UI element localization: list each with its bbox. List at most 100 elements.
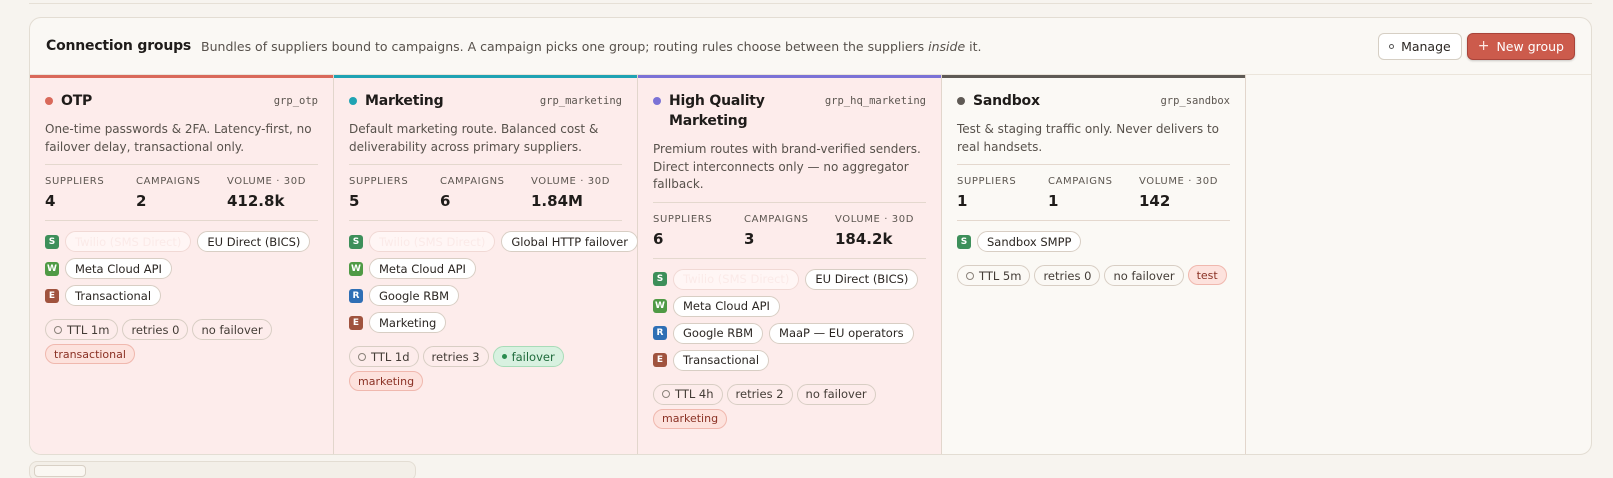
group-stats: SUPPLIERS 6 CAMPAIGNS 3 VOLUME · 30D 184.2k <box>653 203 926 259</box>
group-title-wrap: Sandbox <box>957 91 1040 111</box>
channel-badge-icon: E <box>349 315 363 330</box>
supplier-chip[interactable]: Sandbox SMPP <box>977 231 1082 252</box>
stat-value: 2 <box>136 192 147 210</box>
supplier-chip[interactable]: MaaP — EU operators <box>769 322 914 344</box>
group-color-bar <box>30 75 333 78</box>
ttl-value: TTL 1d <box>371 349 410 364</box>
failover-chip: failover <box>492 346 564 367</box>
supplier-chip[interactable]: Twilio (SMS Direct) <box>369 231 496 252</box>
group-id: grp_otp <box>273 95 318 107</box>
stat-campaigns: CAMPAIGNS 1 <box>1048 176 1139 210</box>
traffic-tag: marketing <box>349 371 424 391</box>
panel-title: Connection groups <box>46 38 192 54</box>
group-color-bar <box>942 75 1245 78</box>
stat-value: 5 <box>349 192 360 210</box>
failover-chip: no failover <box>1104 265 1184 286</box>
stat-suppliers: SUPPLIERS 5 <box>349 176 440 210</box>
channel-badge-icon: W <box>349 261 363 276</box>
retries-chip: retries 0 <box>1034 265 1101 286</box>
channel-badge-icon: R <box>349 288 363 303</box>
ttl-chip: TTL 1d <box>349 346 419 367</box>
channel-badge-icon: E <box>45 288 59 303</box>
ttl-value: TTL 4h <box>675 387 714 401</box>
channel-badge-icon: R <box>653 326 667 340</box>
supplier-chip[interactable]: Meta Cloud API <box>673 295 780 317</box>
failover-label: no failover <box>805 387 867 401</box>
group-card-grp_marketing[interactable]: Marketing grp_marketing Default marketing … <box>334 75 638 454</box>
clock-icon <box>662 390 670 398</box>
stat-label: CAMPAIGNS <box>1048 176 1113 187</box>
failover-label: no failover <box>1113 268 1175 283</box>
clock-icon <box>358 352 366 361</box>
supplier-chip[interactable]: Meta Cloud API <box>369 258 476 279</box>
group-title-wrap: High Quality Marketing <box>653 91 825 131</box>
failover-label: failover <box>511 349 555 364</box>
supplier-chip[interactable]: Meta Cloud API <box>65 258 172 279</box>
stat-suppliers: SUPPLIERS 1 <box>957 176 1048 210</box>
stat-value: 142 <box>1139 192 1171 210</box>
desc-emphasis: inside <box>928 38 966 54</box>
supplier-chip[interactable]: Twilio (SMS Direct) <box>65 231 192 252</box>
new-group-button[interactable]: + New group <box>1466 32 1575 60</box>
group-settings: TTL 1m retries 0 no failover transactional <box>45 306 318 364</box>
stat-value: 1 <box>1048 192 1059 210</box>
status-dot-icon <box>501 354 507 359</box>
group-card-header: Sandbox grp_sandbox <box>957 91 1230 111</box>
new-group-label: New group <box>1496 38 1564 54</box>
group-card-header: OTP grp_otp <box>45 91 318 111</box>
manage-icon <box>1389 43 1395 49</box>
supplier-chip[interactable]: Transactional <box>673 349 770 371</box>
group-name: OTP <box>61 93 93 109</box>
manage-button[interactable]: Manage <box>1378 32 1462 60</box>
stat-volume: VOLUME · 30D 1.84M <box>531 176 622 210</box>
stat-value: 1 <box>957 192 968 210</box>
group-description: Default marketing route. Balanced cost &… <box>349 121 622 165</box>
supplier-chip[interactable]: Marketing <box>369 312 447 333</box>
channel-badge-icon: W <box>653 299 667 313</box>
stat-label: VOLUME · 30D <box>1139 176 1219 187</box>
stat-value: 184.2k <box>835 229 893 248</box>
stat-label: VOLUME · 30D <box>835 213 915 225</box>
supplier-row: E Transactional <box>45 285 318 306</box>
supplier-row: R Google RBM <box>349 285 622 306</box>
stat-value: 3 <box>744 229 755 248</box>
stat-value: 4 <box>45 192 56 210</box>
group-id: grp_marketing <box>539 95 622 107</box>
group-card-grp_sandbox[interactable]: Sandbox grp_sandbox Test & staging traffic… <box>942 75 1246 454</box>
stat-campaigns: CAMPAIGNS 2 <box>136 176 227 210</box>
group-stats: SUPPLIERS 4 CAMPAIGNS 2 VOLUME · 30D 412.8k <box>45 165 318 221</box>
supplier-chip[interactable]: Global HTTP failover <box>501 231 638 252</box>
ttl-chip: TTL 1m <box>45 319 119 340</box>
channel-badge-icon: E <box>653 353 667 367</box>
next-section-tab <box>34 465 86 477</box>
supplier-list: S Sandbox SMPP <box>957 221 1230 252</box>
supplier-chip[interactable]: Google RBM <box>673 322 764 344</box>
stat-suppliers: SUPPLIERS 4 <box>45 176 136 210</box>
supplier-chip[interactable]: EU Direct (BICS) <box>197 231 311 252</box>
group-color-dot <box>957 97 965 105</box>
supplier-row: S Twilio (SMS Direct) EU Direct (BICS) <box>653 268 926 290</box>
group-name: Marketing <box>365 93 444 109</box>
supplier-row: W Meta Cloud API <box>45 258 318 279</box>
supplier-list: S Twilio (SMS Direct) EU Direct (BICS) W Met… <box>653 259 926 371</box>
panel-header: Connection groups Bundles of suppliers b… <box>30 18 1591 75</box>
ttl-value: TTL 1m <box>67 322 110 337</box>
stat-label: SUPPLIERS <box>653 213 713 225</box>
manage-label: Manage <box>1401 38 1451 54</box>
group-color-bar <box>334 75 637 78</box>
clock-icon <box>966 271 974 280</box>
group-card-grp_hq_marketing[interactable]: High Quality Marketing grp_hq_marketing Pr… <box>638 75 942 454</box>
group-card-grp_otp[interactable]: OTP grp_otp One-time passwords & 2FA. Late… <box>30 75 334 454</box>
group-description: One-time passwords & 2FA. Latency-first,… <box>45 121 318 165</box>
supplier-chip[interactable]: Google RBM <box>369 285 460 306</box>
supplier-chip[interactable]: Twilio (SMS Direct) <box>673 268 800 290</box>
supplier-row: S Twilio (SMS Direct) Global HTTP failover <box>349 231 638 252</box>
channel-badge-icon: S <box>349 234 363 249</box>
traffic-tag: marketing <box>653 408 728 429</box>
group-stats: SUPPLIERS 1 CAMPAIGNS 1 VOLUME · 30D 142 <box>957 165 1230 221</box>
supplier-chip[interactable]: EU Direct (BICS) <box>805 268 919 290</box>
supplier-chip[interactable]: Transactional <box>65 285 162 306</box>
channel-badge-icon: S <box>45 234 59 249</box>
stat-campaigns: CAMPAIGNS 6 <box>440 176 531 210</box>
stat-campaigns: CAMPAIGNS 3 <box>744 214 835 248</box>
